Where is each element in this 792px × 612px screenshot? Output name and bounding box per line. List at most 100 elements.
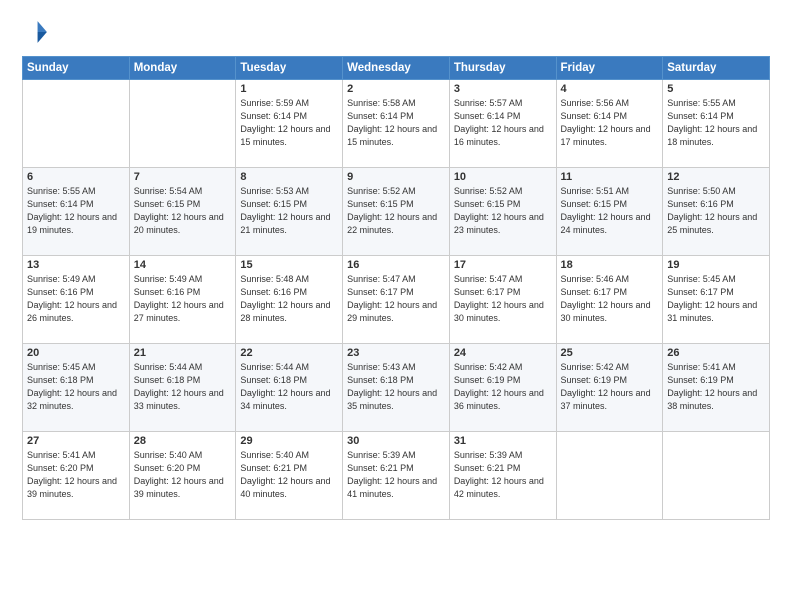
day-number: 11	[561, 171, 659, 183]
calendar-cell	[23, 80, 130, 168]
calendar-cell	[556, 432, 663, 520]
day-info: Sunrise: 5:51 AM Sunset: 6:15 PM Dayligh…	[561, 185, 659, 237]
day-info: Sunrise: 5:44 AM Sunset: 6:18 PM Dayligh…	[134, 361, 232, 413]
day-number: 10	[454, 171, 552, 183]
day-info: Sunrise: 5:49 AM Sunset: 6:16 PM Dayligh…	[134, 273, 232, 325]
day-number: 27	[27, 435, 125, 447]
day-info: Sunrise: 5:49 AM Sunset: 6:16 PM Dayligh…	[27, 273, 125, 325]
weekday-header-sunday: Sunday	[23, 57, 130, 80]
day-number: 6	[27, 171, 125, 183]
calendar-cell: 8Sunrise: 5:53 AM Sunset: 6:15 PM Daylig…	[236, 168, 343, 256]
day-info: Sunrise: 5:40 AM Sunset: 6:21 PM Dayligh…	[240, 449, 338, 501]
day-number: 23	[347, 347, 445, 359]
day-number: 16	[347, 259, 445, 271]
day-number: 28	[134, 435, 232, 447]
calendar-cell: 2 Sunrise: 5:58 AM Sunset: 6:14 PM Daylig…	[343, 80, 450, 168]
day-info: Sunrise: 5:47 AM Sunset: 6:17 PM Dayligh…	[454, 273, 552, 325]
day-info: Sunrise: 5:39 AM Sunset: 6:21 PM Dayligh…	[347, 449, 445, 501]
calendar-cell: 17 Sunrise: 5:47 AM Sunset: 6:17 PM Dayli…	[449, 256, 556, 344]
day-number: 13	[27, 259, 125, 271]
day-info: Sunrise: 5:42 AM Sunset: 6:19 PM Dayligh…	[454, 361, 552, 413]
day-info: Sunrise: 5:41 AM Sunset: 6:20 PM Dayligh…	[27, 449, 125, 501]
day-number: 15	[240, 259, 338, 271]
day-info: Sunrise: 5:53 AM Sunset: 6:15 PM Dayligh…	[240, 185, 338, 237]
day-info: Sunrise: 5:50 AM Sunset: 6:16 PM Dayligh…	[667, 185, 765, 237]
day-info: Sunrise: 5:58 AM Sunset: 6:14 PM Dayligh…	[347, 97, 445, 149]
day-number: 24	[454, 347, 552, 359]
day-number: 25	[561, 347, 659, 359]
day-number: 3	[454, 83, 552, 95]
day-number: 31	[454, 435, 552, 447]
weekday-header-tuesday: Tuesday	[236, 57, 343, 80]
calendar-cell: 7 Sunrise: 5:54 AM Sunset: 6:15 PM Daylig…	[129, 168, 236, 256]
calendar-cell: 22Sunrise: 5:44 AM Sunset: 6:18 PM Dayli…	[236, 344, 343, 432]
day-info: Sunrise: 5:59 AM Sunset: 6:14 PM Dayligh…	[240, 97, 338, 149]
calendar-cell: 12 Sunrise: 5:50 AM Sunset: 6:16 PM Dayli…	[663, 168, 770, 256]
calendar-week-2: 6 Sunrise: 5:55 AM Sunset: 6:14 PM Daylig…	[23, 168, 770, 256]
day-info: Sunrise: 5:48 AM Sunset: 6:16 PM Dayligh…	[240, 273, 338, 325]
calendar-cell: 24 Sunrise: 5:42 AM Sunset: 6:19 PM Dayli…	[449, 344, 556, 432]
weekday-header-row: SundayMondayTuesdayWednesdayThursdayFrid…	[23, 57, 770, 80]
calendar-cell: 15 Sunrise: 5:48 AM Sunset: 6:16 PM Dayli…	[236, 256, 343, 344]
calendar-cell: 21 Sunrise: 5:44 AM Sunset: 6:18 PM Dayli…	[129, 344, 236, 432]
weekday-header-saturday: Saturday	[663, 57, 770, 80]
day-number: 20	[27, 347, 125, 359]
header	[22, 18, 770, 46]
weekday-header-thursday: Thursday	[449, 57, 556, 80]
calendar-cell: 30 Sunrise: 5:39 AM Sunset: 6:21 PM Dayli…	[343, 432, 450, 520]
day-number: 5	[667, 83, 765, 95]
calendar-cell: 23 Sunrise: 5:43 AM Sunset: 6:18 PM Dayli…	[343, 344, 450, 432]
day-info: Sunrise: 5:40 AM Sunset: 6:20 PM Dayligh…	[134, 449, 232, 501]
calendar-cell: 27 Sunrise: 5:41 AM Sunset: 6:20 PM Dayli…	[23, 432, 130, 520]
calendar-cell: 18 Sunrise: 5:46 AM Sunset: 6:17 PM Dayli…	[556, 256, 663, 344]
day-number: 12	[667, 171, 765, 183]
calendar-cell: 6 Sunrise: 5:55 AM Sunset: 6:14 PM Daylig…	[23, 168, 130, 256]
day-number: 9	[347, 171, 445, 183]
day-number: 30	[347, 435, 445, 447]
calendar-cell: 25 Sunrise: 5:42 AM Sunset: 6:19 PM Dayli…	[556, 344, 663, 432]
day-info: Sunrise: 5:54 AM Sunset: 6:15 PM Dayligh…	[134, 185, 232, 237]
weekday-header-monday: Monday	[129, 57, 236, 80]
calendar-week-4: 20Sunrise: 5:45 AM Sunset: 6:18 PM Dayli…	[23, 344, 770, 432]
calendar-week-1: 1 Sunrise: 5:59 AM Sunset: 6:14 PM Daylig…	[23, 80, 770, 168]
day-number: 19	[667, 259, 765, 271]
calendar-cell: 14Sunrise: 5:49 AM Sunset: 6:16 PM Dayli…	[129, 256, 236, 344]
day-number: 29	[240, 435, 338, 447]
day-info: Sunrise: 5:46 AM Sunset: 6:17 PM Dayligh…	[561, 273, 659, 325]
day-number: 17	[454, 259, 552, 271]
day-number: 26	[667, 347, 765, 359]
weekday-header-friday: Friday	[556, 57, 663, 80]
day-number: 2	[347, 83, 445, 95]
day-info: Sunrise: 5:55 AM Sunset: 6:14 PM Dayligh…	[27, 185, 125, 237]
page: SundayMondayTuesdayWednesdayThursdayFrid…	[0, 0, 792, 612]
day-info: Sunrise: 5:42 AM Sunset: 6:19 PM Dayligh…	[561, 361, 659, 413]
weekday-header-wednesday: Wednesday	[343, 57, 450, 80]
day-info: Sunrise: 5:47 AM Sunset: 6:17 PM Dayligh…	[347, 273, 445, 325]
day-number: 7	[134, 171, 232, 183]
day-number: 22	[240, 347, 338, 359]
day-info: Sunrise: 5:56 AM Sunset: 6:14 PM Dayligh…	[561, 97, 659, 149]
day-number: 18	[561, 259, 659, 271]
calendar-week-3: 13 Sunrise: 5:49 AM Sunset: 6:16 PM Dayli…	[23, 256, 770, 344]
calendar-cell: 20Sunrise: 5:45 AM Sunset: 6:18 PM Dayli…	[23, 344, 130, 432]
day-info: Sunrise: 5:55 AM Sunset: 6:14 PM Dayligh…	[667, 97, 765, 149]
calendar-cell: 31Sunrise: 5:39 AM Sunset: 6:21 PM Dayli…	[449, 432, 556, 520]
calendar-cell	[129, 80, 236, 168]
logo	[22, 18, 54, 46]
calendar-cell: 5 Sunrise: 5:55 AM Sunset: 6:14 PM Daylig…	[663, 80, 770, 168]
calendar-cell: 10 Sunrise: 5:52 AM Sunset: 6:15 PM Dayli…	[449, 168, 556, 256]
day-info: Sunrise: 5:45 AM Sunset: 6:17 PM Dayligh…	[667, 273, 765, 325]
calendar-week-5: 27 Sunrise: 5:41 AM Sunset: 6:20 PM Dayli…	[23, 432, 770, 520]
calendar-cell: 4 Sunrise: 5:56 AM Sunset: 6:14 PM Daylig…	[556, 80, 663, 168]
calendar-cell: 19 Sunrise: 5:45 AM Sunset: 6:17 PM Dayli…	[663, 256, 770, 344]
day-info: Sunrise: 5:52 AM Sunset: 6:15 PM Dayligh…	[347, 185, 445, 237]
day-number: 21	[134, 347, 232, 359]
calendar-cell: 13 Sunrise: 5:49 AM Sunset: 6:16 PM Dayli…	[23, 256, 130, 344]
day-number: 4	[561, 83, 659, 95]
calendar-cell: 9 Sunrise: 5:52 AM Sunset: 6:15 PM Daylig…	[343, 168, 450, 256]
day-info: Sunrise: 5:52 AM Sunset: 6:15 PM Dayligh…	[454, 185, 552, 237]
calendar-cell: 3Sunrise: 5:57 AM Sunset: 6:14 PM Daylig…	[449, 80, 556, 168]
day-info: Sunrise: 5:43 AM Sunset: 6:18 PM Dayligh…	[347, 361, 445, 413]
calendar-cell: 1 Sunrise: 5:59 AM Sunset: 6:14 PM Daylig…	[236, 80, 343, 168]
day-number: 1	[240, 83, 338, 95]
